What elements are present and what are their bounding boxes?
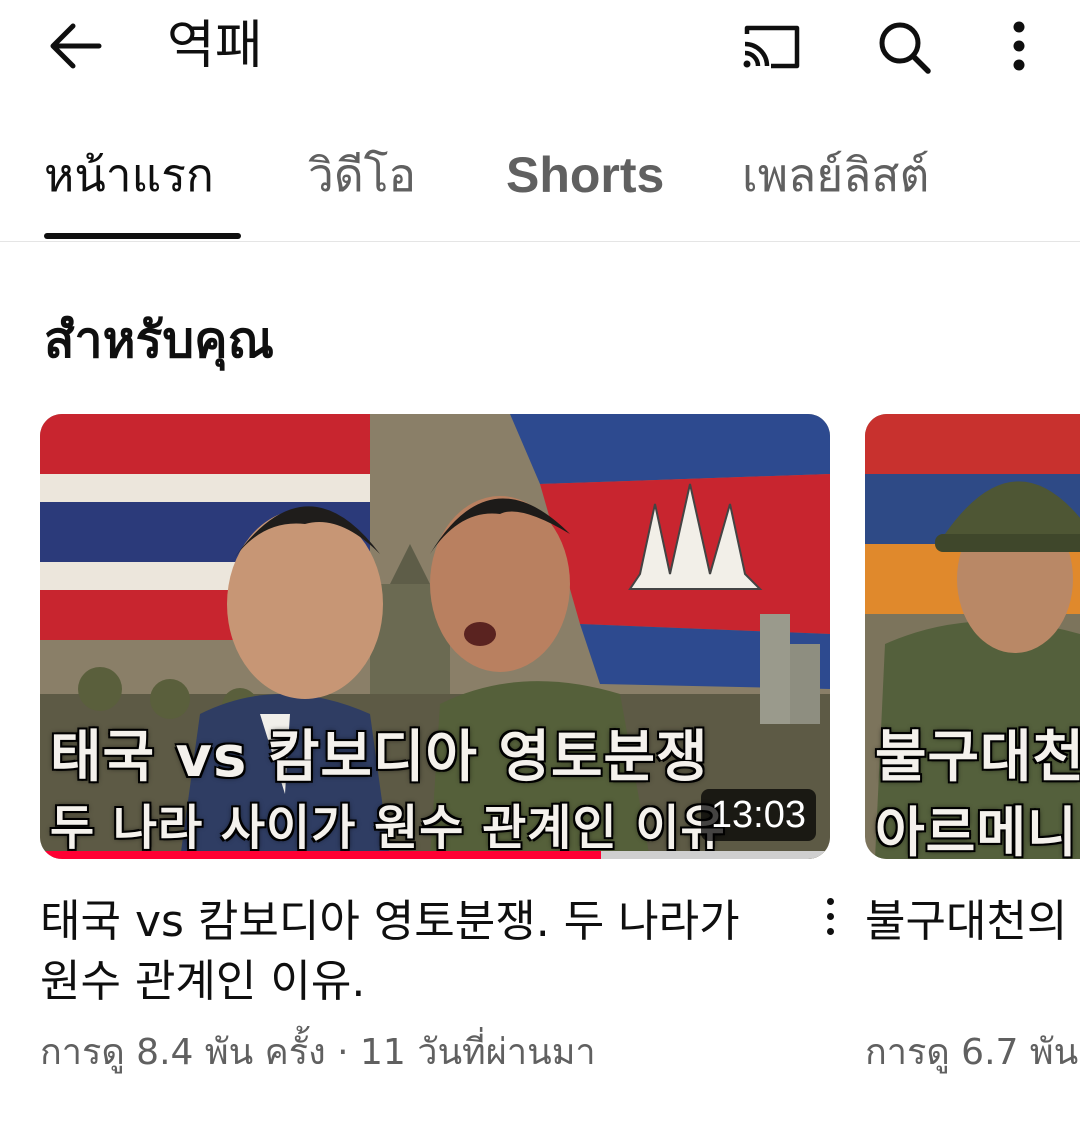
thumbnail-caption-line2: 두 나라 사이가 원수 관계인 이유 [50, 800, 726, 856]
section-title: สำหรับคุณ [44, 311, 274, 369]
tab-playlists[interactable]: เพลย์ลิสต์ [742, 142, 929, 208]
channel-title: 역패 [167, 16, 263, 76]
watch-progress-fill [40, 851, 601, 859]
arrow-left-icon [50, 23, 102, 69]
cast-icon [743, 25, 800, 69]
active-tab-indicator [44, 233, 241, 239]
thumbnail-caption-line1: 태국 vs 캄보디아 영토분쟁 [50, 725, 709, 790]
video-meta: การดู 6.7 พัน [865, 1032, 1079, 1073]
top-app-bar: 역패 [0, 0, 1080, 95]
back-button[interactable] [45, 18, 105, 74]
video-menu-button[interactable] [815, 886, 845, 946]
watch-progress-track [40, 851, 830, 859]
video-card[interactable]: 불구대천 아르메니 불구대천의 아제르바이잔 การดู 6.7 พัน [865, 414, 1080, 1094]
video-thumbnail[interactable]: 태국 vs 캄보디아 영토분쟁 두 나라 사이가 원수 관계인 이유 13:03 [40, 414, 830, 859]
cast-button[interactable] [740, 16, 802, 78]
more-vertical-icon [826, 897, 834, 905]
thumbnail-caption-line2: 아르메니 [875, 801, 1078, 859]
video-meta: การดู 8.4 พัน ครั้ง · 11 วันที่ผ่านมา [40, 1032, 596, 1073]
duration-badge: 13:03 [700, 789, 816, 841]
more-options-button[interactable] [988, 16, 1050, 78]
video-card[interactable]: 태국 vs 캄보디아 영토분쟁 두 나라 사이가 원수 관계인 이유 13:03… [40, 414, 834, 1094]
tab-home[interactable]: หน้าแรก [44, 142, 214, 208]
more-vertical-icon [1013, 21, 1025, 71]
video-title[interactable]: 태국 vs 캄보디아 영토분쟁. 두 나라가 원수 관계인 이유. [40, 892, 780, 1012]
search-button[interactable] [873, 16, 935, 78]
video-thumbnail[interactable]: 불구대천 아르메니 [865, 414, 1080, 859]
tab-videos[interactable]: วิดีโอ [308, 142, 416, 208]
video-title[interactable]: 불구대천의 아제르바이잔 [865, 892, 1080, 952]
search-icon [879, 22, 931, 74]
thumbnail-caption-line1: 불구대천 [875, 725, 1080, 790]
channel-tabs: หน้าแรก วิดีโอ Shorts เพลย์ลิสต์ [0, 120, 1080, 242]
tab-shorts[interactable]: Shorts [506, 142, 664, 208]
